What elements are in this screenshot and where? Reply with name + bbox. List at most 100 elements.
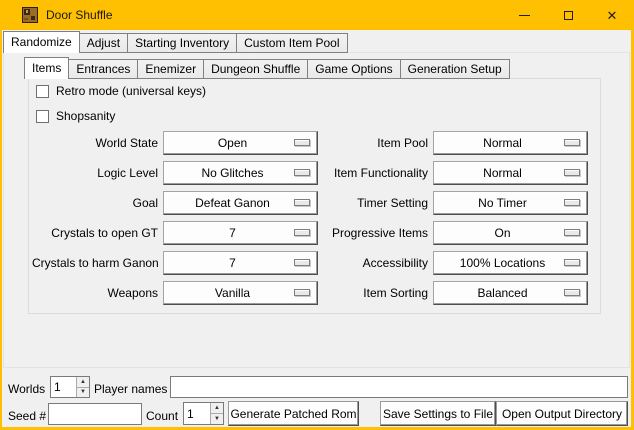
dropdown-indicator-icon [564,169,580,176]
weapons-label: Weapons [32,286,163,300]
client-area: Randomize Adjust Starting Inventory Cust… [2,30,631,427]
weapons-value: Vanilla [215,286,250,300]
worlds-value: 1 [51,377,76,397]
shopsanity-checkbox[interactable] [36,110,49,123]
worlds-spinner[interactable]: 1 ▲ ▼ [50,376,90,398]
shopsanity-row: Shopsanity [36,109,115,123]
worlds-label: Worlds [8,382,45,396]
item-functionality-label: Item Functionality [312,166,433,180]
tab-adjust[interactable]: Adjust [79,33,128,53]
timer-setting-dropdown[interactable]: No Timer [433,191,588,215]
options-column-left: World State Open Logic Level No Glitches… [32,131,318,311]
progressive-items-value: On [494,226,510,240]
tab-enemizer[interactable]: Enemizer [137,59,204,79]
maximize-button[interactable] [546,0,590,30]
dropdown-indicator-icon [294,139,310,146]
tab-generation-setup[interactable]: Generation Setup [400,59,510,79]
shopsanity-label: Shopsanity [56,109,115,123]
dropdown-indicator-icon [294,169,310,176]
retro-mode-checkbox[interactable] [36,85,49,98]
tab-items[interactable]: Items [24,57,69,79]
spin-up-icon: ▲ [214,405,220,411]
outer-tab-bar: Randomize Adjust Starting Inventory Cust… [3,31,347,53]
dropdown-indicator-icon [564,229,580,236]
spin-down-icon: ▼ [80,389,86,395]
dropdown-indicator-icon [294,289,310,296]
item-sorting-dropdown[interactable]: Balanced [433,281,588,305]
goal-label: Goal [32,196,163,210]
tab-entrances[interactable]: Entrances [68,59,138,79]
close-button[interactable]: ✕ [590,0,634,30]
crystals-harm-ganon-label: Crystals to harm Ganon [32,256,163,270]
crystals-harm-ganon-dropdown[interactable]: 7 [163,251,318,275]
dropdown-indicator-icon [294,229,310,236]
spin-down-button[interactable]: ▼ [77,388,89,398]
seed-input[interactable] [48,403,142,425]
spin-down-icon: ▼ [214,416,220,422]
tab-custom-item-pool[interactable]: Custom Item Pool [236,33,347,53]
world-state-label: World State [32,136,163,150]
item-functionality-dropdown[interactable]: Normal [433,161,588,185]
count-label: Count [146,409,178,423]
minimize-icon [519,15,530,16]
accessibility-label: Accessibility [312,256,433,270]
titlebar: Door Shuffle ✕ [0,0,634,30]
worlds-spinner-arrows: ▲ ▼ [76,377,89,397]
accessibility-value: 100% Locations [460,256,545,270]
world-state-dropdown[interactable]: Open [163,131,318,155]
tab-starting-inventory[interactable]: Starting Inventory [127,33,237,53]
item-pool-label: Item Pool [312,136,433,150]
item-sorting-value: Balanced [477,286,527,300]
crystals-harm-ganon-value: 7 [229,256,236,270]
window-controls: ✕ [502,0,634,30]
inner-tab-bar: Items Entrances Enemizer Dungeon Shuffle… [24,57,509,79]
player-names-label: Player names [94,382,167,396]
timer-setting-value: No Timer [478,196,527,210]
tab-randomize[interactable]: Randomize [3,31,80,53]
crystals-open-gt-dropdown[interactable]: 7 [163,221,318,245]
item-pool-dropdown[interactable]: Normal [433,131,588,155]
goal-dropdown[interactable]: Defeat Ganon [163,191,318,215]
item-functionality-value: Normal [483,166,522,180]
goal-value: Defeat Ganon [195,196,270,210]
progressive-items-dropdown[interactable]: On [433,221,588,245]
dropdown-indicator-icon [294,259,310,266]
logic-level-label: Logic Level [32,166,163,180]
progressive-items-label: Progressive Items [312,226,433,240]
dropdown-indicator-icon [564,199,580,206]
spin-down-button[interactable]: ▼ [211,414,223,424]
logic-level-dropdown[interactable]: No Glitches [163,161,318,185]
seed-label: Seed # [8,409,46,423]
player-names-input[interactable] [170,376,628,398]
door-icon [22,7,38,23]
window-title: Door Shuffle [46,8,113,22]
door-shuffle-window: Door Shuffle ✕ Randomize Adjust Starting… [0,0,634,430]
weapons-dropdown[interactable]: Vanilla [163,281,318,305]
timer-setting-label: Timer Setting [312,196,433,210]
retro-mode-label: Retro mode (universal keys) [56,84,206,98]
item-pool-value: Normal [483,136,522,150]
minimize-button[interactable] [502,0,546,30]
dropdown-indicator-icon [564,139,580,146]
dropdown-indicator-icon [564,289,580,296]
retro-mode-row: Retro mode (universal keys) [36,84,206,98]
options-column-right: Item Pool Normal Item Functionality Norm… [312,131,588,311]
dropdown-indicator-icon [294,199,310,206]
crystals-open-gt-label: Crystals to open GT [32,226,163,240]
generate-patched-rom-button[interactable]: Generate Patched Rom [228,401,359,426]
accessibility-dropdown[interactable]: 100% Locations [433,251,588,275]
open-output-directory-button[interactable]: Open Output Directory [496,401,628,426]
spin-up-icon: ▲ [80,379,86,385]
close-icon: ✕ [607,9,618,22]
count-value: 1 [184,403,210,424]
crystals-open-gt-value: 7 [229,226,236,240]
count-spinner[interactable]: 1 ▲ ▼ [183,402,224,425]
tab-dungeon-shuffle[interactable]: Dungeon Shuffle [203,59,308,79]
spin-up-button[interactable]: ▲ [77,377,89,388]
logic-level-value: No Glitches [201,166,263,180]
item-sorting-label: Item Sorting [312,286,433,300]
tab-game-options[interactable]: Game Options [307,59,400,79]
save-settings-button[interactable]: Save Settings to File [380,401,496,426]
world-state-value: Open [218,136,247,150]
spin-up-button[interactable]: ▲ [211,403,223,414]
